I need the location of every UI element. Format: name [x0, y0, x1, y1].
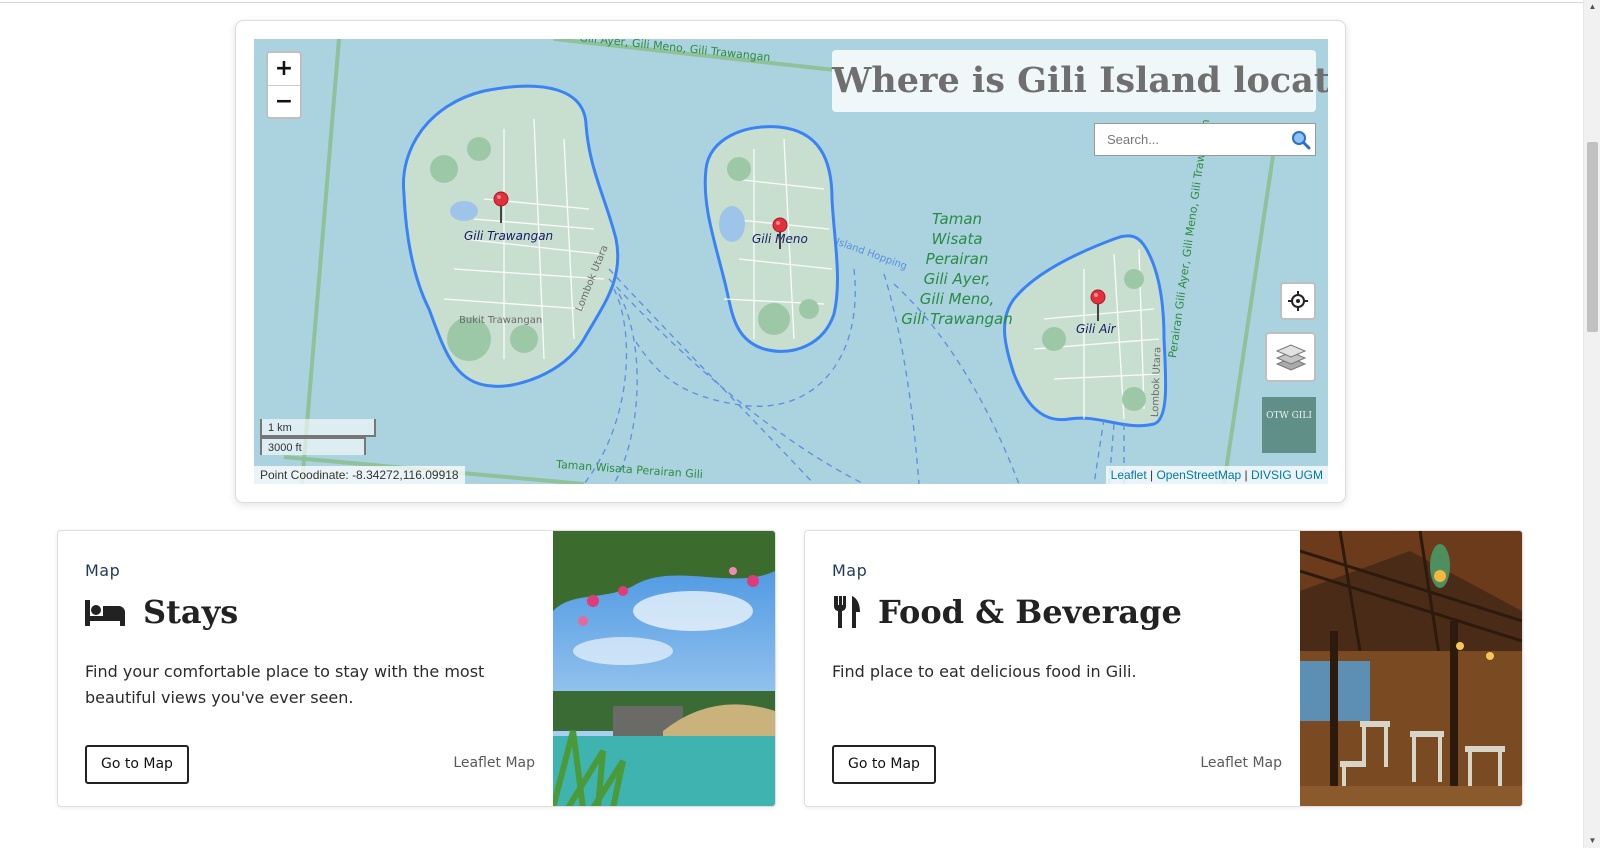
park-line: Wisata — [931, 230, 983, 248]
page: Gili Ayer, Gili Meno, Gili Trawangan Tam… — [0, 0, 1600, 848]
map-search-input[interactable] — [1095, 124, 1287, 155]
zoom-in-button[interactable]: + — [268, 53, 300, 85]
go-to-map-button[interactable]: Go to Map — [85, 745, 189, 784]
scroll-down-icon[interactable]: ▼ — [1584, 834, 1600, 848]
food-beverage-card: Map Food & Beverage Find place to eat de… — [804, 530, 1523, 807]
card-title-text: Food & Beverage — [878, 593, 1182, 631]
card-description: Find place to eat delicious food in Gili… — [832, 662, 1137, 681]
top-divider — [0, 2, 1583, 3]
coordinate-readout: Point Coodinate: -8.34272,116.09918 — [254, 466, 465, 484]
gili-air-label: Gili Air — [1076, 322, 1116, 336]
park-line: Gili Trawangan — [901, 310, 1013, 328]
map-title: Where is Gili Island located? — [832, 50, 1328, 112]
scale-ft: 3000 ft — [260, 437, 366, 455]
attribution-separator: | — [1146, 468, 1157, 482]
card-meta: Leaflet Map — [1200, 755, 1282, 771]
map-attribution: Leaflet | OpenStreetMap | DIVSIG UGM — [1105, 466, 1328, 484]
page-scrollbar[interactable]: ▲ ▼ — [1583, 0, 1600, 848]
park-line: Gili Meno, — [919, 290, 995, 308]
card-title: Food & Beverage — [832, 593, 1182, 631]
otw-gili-logo: OTW GILI — [1262, 397, 1316, 453]
locate-button[interactable] — [1280, 282, 1316, 320]
map-search-box — [1094, 123, 1316, 156]
card-body: Map Food & Beverage Find place to eat de… — [832, 531, 1282, 806]
leaflet-link[interactable]: Leaflet — [1111, 468, 1147, 482]
card-title-text: Stays — [143, 593, 239, 631]
scroll-thumb[interactable] — [1587, 142, 1598, 332]
divsig-link[interactable]: DIVSIG UGM — [1251, 468, 1323, 482]
zoom-control: + − — [266, 51, 302, 119]
card-kicker: Map — [85, 561, 121, 580]
gili-trawangan-label: Gili Trawangan — [464, 229, 554, 243]
utensils-icon — [834, 596, 860, 628]
park-line: Gili Ayer, — [923, 270, 991, 288]
marker-gili-meno-icon[interactable] — [771, 217, 789, 251]
bed-icon — [85, 600, 125, 626]
card-kicker: Map — [832, 561, 868, 580]
card-description: Find your comfortable place to stay with… — [85, 662, 485, 707]
zoom-out-button[interactable]: − — [268, 85, 300, 117]
layers-icon — [1275, 344, 1306, 371]
map-scale: 1 km 3000 ft — [260, 419, 376, 455]
card-meta: Leaflet Map — [453, 755, 535, 771]
openstreetmap-link[interactable]: OpenStreetMap — [1156, 468, 1241, 482]
marker-gili-air-icon[interactable] — [1089, 289, 1107, 323]
park-area-label: Taman Wisata Perairan Gili Ayer, Gili Me… — [882, 209, 1032, 329]
stays-card: Map Stays Find your comfortable place to… — [57, 530, 776, 807]
layers-button[interactable] — [1265, 332, 1316, 382]
search-icon[interactable] — [1287, 125, 1315, 155]
bukit-trawangan-label: Bukit Trawangan — [459, 315, 543, 326]
attribution-separator: | — [1241, 468, 1251, 482]
park-line: Taman — [931, 210, 983, 228]
go-to-map-button[interactable]: Go to Map — [832, 745, 936, 784]
card-body: Map Stays Find your comfortable place to… — [85, 531, 535, 806]
card-title: Stays — [85, 593, 238, 631]
park-line: Perairan — [925, 250, 989, 268]
scale-km: 1 km — [260, 419, 376, 437]
map-card: Gili Ayer, Gili Meno, Gili Trawangan Tam… — [235, 20, 1346, 503]
leaflet-map[interactable]: Gili Ayer, Gili Meno, Gili Trawangan Tam… — [254, 39, 1328, 484]
food-image — [1300, 531, 1522, 806]
scroll-up-icon[interactable]: ▲ — [1584, 0, 1600, 14]
stays-image — [553, 531, 775, 806]
marker-gili-trawangan-icon[interactable] — [492, 191, 510, 225]
crosshair-icon — [1288, 291, 1308, 311]
